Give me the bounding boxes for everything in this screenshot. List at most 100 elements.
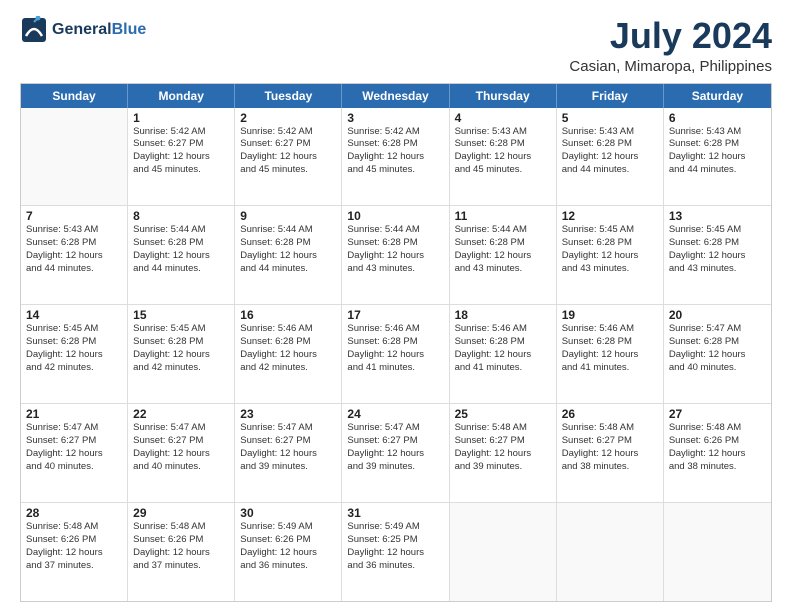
calendar-cell: 3Sunrise: 5:42 AM Sunset: 6:28 PM Daylig… (342, 108, 449, 206)
day-info: Sunrise: 5:48 AM Sunset: 6:27 PM Dayligh… (455, 422, 551, 473)
logo-icon (20, 16, 48, 44)
calendar-cell (21, 108, 128, 206)
day-number: 20 (669, 308, 766, 322)
calendar-cell: 5Sunrise: 5:43 AM Sunset: 6:28 PM Daylig… (557, 108, 664, 206)
subtitle: Casian, Mimaropa, Philippines (569, 58, 772, 75)
day-number: 6 (669, 111, 766, 125)
calendar-header-cell: Monday (128, 84, 235, 108)
calendar-header: SundayMondayTuesdayWednesdayThursdayFrid… (21, 84, 771, 108)
day-info: Sunrise: 5:45 AM Sunset: 6:28 PM Dayligh… (26, 323, 122, 374)
day-info: Sunrise: 5:44 AM Sunset: 6:28 PM Dayligh… (455, 224, 551, 275)
day-number: 3 (347, 111, 443, 125)
day-info: Sunrise: 5:45 AM Sunset: 6:28 PM Dayligh… (669, 224, 766, 275)
day-number: 2 (240, 111, 336, 125)
logo-text: GeneralBlue (52, 21, 146, 39)
calendar-header-cell: Saturday (664, 84, 771, 108)
day-number: 26 (562, 407, 658, 421)
day-info: Sunrise: 5:45 AM Sunset: 6:28 PM Dayligh… (562, 224, 658, 275)
calendar-row: 28Sunrise: 5:48 AM Sunset: 6:26 PM Dayli… (21, 503, 771, 601)
logo: GeneralBlue (20, 16, 146, 44)
day-number: 28 (26, 506, 122, 520)
calendar-cell: 30Sunrise: 5:49 AM Sunset: 6:26 PM Dayli… (235, 503, 342, 601)
day-info: Sunrise: 5:44 AM Sunset: 6:28 PM Dayligh… (240, 224, 336, 275)
calendar-cell: 15Sunrise: 5:45 AM Sunset: 6:28 PM Dayli… (128, 305, 235, 403)
logo-line2: Blue (112, 21, 147, 38)
calendar-cell: 28Sunrise: 5:48 AM Sunset: 6:26 PM Dayli… (21, 503, 128, 601)
day-info: Sunrise: 5:43 AM Sunset: 6:28 PM Dayligh… (669, 126, 766, 177)
calendar-cell: 25Sunrise: 5:48 AM Sunset: 6:27 PM Dayli… (450, 404, 557, 502)
day-info: Sunrise: 5:42 AM Sunset: 6:27 PM Dayligh… (133, 126, 229, 177)
day-number: 29 (133, 506, 229, 520)
calendar-cell: 19Sunrise: 5:46 AM Sunset: 6:28 PM Dayli… (557, 305, 664, 403)
day-info: Sunrise: 5:43 AM Sunset: 6:28 PM Dayligh… (26, 224, 122, 275)
day-info: Sunrise: 5:43 AM Sunset: 6:28 PM Dayligh… (562, 126, 658, 177)
calendar-cell: 11Sunrise: 5:44 AM Sunset: 6:28 PM Dayli… (450, 206, 557, 304)
calendar-cell: 29Sunrise: 5:48 AM Sunset: 6:26 PM Dayli… (128, 503, 235, 601)
calendar-cell: 31Sunrise: 5:49 AM Sunset: 6:25 PM Dayli… (342, 503, 449, 601)
calendar-cell: 6Sunrise: 5:43 AM Sunset: 6:28 PM Daylig… (664, 108, 771, 206)
day-number: 9 (240, 209, 336, 223)
calendar-cell (664, 503, 771, 601)
day-number: 18 (455, 308, 551, 322)
day-info: Sunrise: 5:47 AM Sunset: 6:27 PM Dayligh… (133, 422, 229, 473)
day-number: 21 (26, 407, 122, 421)
calendar-cell: 16Sunrise: 5:46 AM Sunset: 6:28 PM Dayli… (235, 305, 342, 403)
day-number: 8 (133, 209, 229, 223)
day-info: Sunrise: 5:47 AM Sunset: 6:27 PM Dayligh… (26, 422, 122, 473)
day-info: Sunrise: 5:48 AM Sunset: 6:26 PM Dayligh… (26, 521, 122, 572)
day-number: 4 (455, 111, 551, 125)
day-info: Sunrise: 5:47 AM Sunset: 6:28 PM Dayligh… (669, 323, 766, 374)
day-info: Sunrise: 5:46 AM Sunset: 6:28 PM Dayligh… (240, 323, 336, 374)
day-info: Sunrise: 5:46 AM Sunset: 6:28 PM Dayligh… (347, 323, 443, 374)
day-number: 16 (240, 308, 336, 322)
calendar: SundayMondayTuesdayWednesdayThursdayFrid… (20, 83, 772, 602)
day-number: 19 (562, 308, 658, 322)
title-section: July 2024 Casian, Mimaropa, Philippines (569, 16, 772, 75)
calendar-header-cell: Tuesday (235, 84, 342, 108)
calendar-cell: 8Sunrise: 5:44 AM Sunset: 6:28 PM Daylig… (128, 206, 235, 304)
calendar-cell: 13Sunrise: 5:45 AM Sunset: 6:28 PM Dayli… (664, 206, 771, 304)
calendar-cell: 10Sunrise: 5:44 AM Sunset: 6:28 PM Dayli… (342, 206, 449, 304)
main-title: July 2024 (569, 16, 772, 56)
calendar-cell: 21Sunrise: 5:47 AM Sunset: 6:27 PM Dayli… (21, 404, 128, 502)
calendar-header-cell: Friday (557, 84, 664, 108)
day-number: 15 (133, 308, 229, 322)
calendar-header-cell: Thursday (450, 84, 557, 108)
day-number: 31 (347, 506, 443, 520)
calendar-cell: 14Sunrise: 5:45 AM Sunset: 6:28 PM Dayli… (21, 305, 128, 403)
day-number: 12 (562, 209, 658, 223)
day-number: 5 (562, 111, 658, 125)
day-info: Sunrise: 5:49 AM Sunset: 6:26 PM Dayligh… (240, 521, 336, 572)
calendar-cell: 23Sunrise: 5:47 AM Sunset: 6:27 PM Dayli… (235, 404, 342, 502)
calendar-cell (450, 503, 557, 601)
header: GeneralBlue July 2024 Casian, Mimaropa, … (20, 16, 772, 75)
day-number: 24 (347, 407, 443, 421)
calendar-cell: 20Sunrise: 5:47 AM Sunset: 6:28 PM Dayli… (664, 305, 771, 403)
day-info: Sunrise: 5:48 AM Sunset: 6:26 PM Dayligh… (133, 521, 229, 572)
logo-line1: General (52, 21, 112, 38)
calendar-header-cell: Sunday (21, 84, 128, 108)
day-number: 14 (26, 308, 122, 322)
day-info: Sunrise: 5:48 AM Sunset: 6:26 PM Dayligh… (669, 422, 766, 473)
calendar-row: 1Sunrise: 5:42 AM Sunset: 6:27 PM Daylig… (21, 108, 771, 207)
calendar-row: 7Sunrise: 5:43 AM Sunset: 6:28 PM Daylig… (21, 206, 771, 305)
day-number: 23 (240, 407, 336, 421)
calendar-cell: 9Sunrise: 5:44 AM Sunset: 6:28 PM Daylig… (235, 206, 342, 304)
day-number: 7 (26, 209, 122, 223)
day-info: Sunrise: 5:45 AM Sunset: 6:28 PM Dayligh… (133, 323, 229, 374)
day-number: 17 (347, 308, 443, 322)
day-number: 13 (669, 209, 766, 223)
calendar-cell: 1Sunrise: 5:42 AM Sunset: 6:27 PM Daylig… (128, 108, 235, 206)
day-number: 10 (347, 209, 443, 223)
day-info: Sunrise: 5:43 AM Sunset: 6:28 PM Dayligh… (455, 126, 551, 177)
day-info: Sunrise: 5:46 AM Sunset: 6:28 PM Dayligh… (455, 323, 551, 374)
calendar-cell: 4Sunrise: 5:43 AM Sunset: 6:28 PM Daylig… (450, 108, 557, 206)
day-info: Sunrise: 5:42 AM Sunset: 6:28 PM Dayligh… (347, 126, 443, 177)
calendar-cell: 7Sunrise: 5:43 AM Sunset: 6:28 PM Daylig… (21, 206, 128, 304)
calendar-header-cell: Wednesday (342, 84, 449, 108)
day-info: Sunrise: 5:44 AM Sunset: 6:28 PM Dayligh… (133, 224, 229, 275)
calendar-body: 1Sunrise: 5:42 AM Sunset: 6:27 PM Daylig… (21, 108, 771, 601)
day-info: Sunrise: 5:47 AM Sunset: 6:27 PM Dayligh… (347, 422, 443, 473)
calendar-cell: 24Sunrise: 5:47 AM Sunset: 6:27 PM Dayli… (342, 404, 449, 502)
day-number: 30 (240, 506, 336, 520)
